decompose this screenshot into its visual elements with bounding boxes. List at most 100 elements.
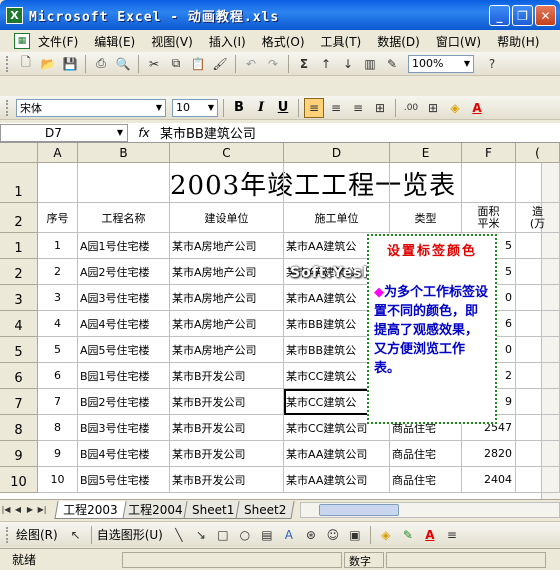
- merge-center-icon[interactable]: ⊞: [370, 98, 390, 118]
- cell-name[interactable]: A园5号住宅楼: [78, 337, 170, 363]
- cell-cost[interactable]: [516, 311, 560, 337]
- cell-contractor[interactable]: 某市AA建筑公司: [284, 441, 390, 467]
- wordart-icon[interactable]: A: [279, 525, 299, 545]
- column-title-contractor[interactable]: 施工单位: [284, 203, 390, 233]
- last-sheet-icon[interactable]: ▶|: [36, 505, 48, 514]
- menu-view[interactable]: 视图(V): [151, 33, 193, 50]
- horizontal-scrollbar[interactable]: [299, 501, 560, 518]
- align-left-icon[interactable]: ≡: [304, 97, 324, 118]
- menu-help[interactable]: 帮助(H): [497, 33, 539, 50]
- sort-desc-icon[interactable]: ↓: [338, 54, 358, 74]
- undo-icon[interactable]: ↶: [241, 54, 261, 74]
- formula-input[interactable]: 某市BB建筑公司: [160, 123, 256, 142]
- name-box[interactable]: D7 ▼: [0, 123, 128, 142]
- cell-seq[interactable]: 10: [38, 467, 78, 493]
- title-row-cell[interactable]: [284, 163, 390, 203]
- sort-asc-icon[interactable]: ↑: [316, 54, 336, 74]
- row-header[interactable]: 3: [0, 285, 38, 311]
- tab-gongcheng2004[interactable]: 工程2004: [118, 500, 191, 519]
- cell-builder[interactable]: 某市B开发公司: [170, 389, 284, 415]
- cell-cost[interactable]: [516, 337, 560, 363]
- cell-seq[interactable]: 9: [38, 441, 78, 467]
- cell-builder[interactable]: 某市B开发公司: [170, 415, 284, 441]
- title-row-cell[interactable]: [170, 163, 284, 203]
- cell-cost[interactable]: [516, 389, 560, 415]
- cell-builder[interactable]: 某市A房地产公司: [170, 233, 284, 259]
- first-sheet-icon[interactable]: |◀: [0, 505, 12, 514]
- line-style-icon[interactable]: ≡: [442, 525, 462, 545]
- cell-builder[interactable]: 某市A房地产公司: [170, 285, 284, 311]
- row-header[interactable]: 10: [0, 467, 38, 493]
- workbook-icon[interactable]: ▦: [14, 33, 30, 49]
- align-center-icon[interactable]: ≡: [326, 98, 346, 118]
- row-header[interactable]: 5: [0, 337, 38, 363]
- cell-name[interactable]: B园4号住宅楼: [78, 441, 170, 467]
- menu-edit[interactable]: 编辑(E): [94, 33, 135, 50]
- tab-sheet1[interactable]: Sheet1: [183, 500, 244, 519]
- cell-type[interactable]: 商品住宅: [390, 467, 462, 493]
- select-all-corner[interactable]: [0, 143, 38, 163]
- select-objects-icon[interactable]: ↖: [66, 525, 86, 545]
- column-title-builder[interactable]: 建设单位: [170, 203, 284, 233]
- cell-seq[interactable]: 5: [38, 337, 78, 363]
- restore-button[interactable]: ❐: [512, 5, 533, 26]
- zoom-select[interactable]: 100% ▼: [408, 54, 474, 73]
- font-select[interactable]: 宋体 ▼: [16, 98, 166, 117]
- paste-icon[interactable]: 📋: [188, 54, 208, 74]
- column-title-area[interactable]: 面积 平米: [462, 203, 516, 233]
- line-color-icon[interactable]: ✎: [398, 525, 418, 545]
- drawing-icon[interactable]: ✎: [382, 54, 402, 74]
- minimize-button[interactable]: _: [489, 5, 510, 26]
- open-icon[interactable]: 📂: [38, 54, 58, 74]
- rectangle-icon[interactable]: □: [213, 525, 233, 545]
- cell-cost[interactable]: [516, 259, 560, 285]
- diagram-icon[interactable]: ⊛: [301, 525, 321, 545]
- menu-data[interactable]: 数据(D): [377, 33, 420, 50]
- font-color-icon[interactable]: A: [467, 98, 487, 118]
- row-header[interactable]: 1: [0, 163, 38, 203]
- menu-format[interactable]: 格式(O): [262, 33, 305, 50]
- cell-seq[interactable]: 1: [38, 233, 78, 259]
- redo-icon[interactable]: ↷: [263, 54, 283, 74]
- cell-cost[interactable]: [516, 441, 560, 467]
- column-header[interactable]: A: [38, 143, 78, 163]
- oval-icon[interactable]: ○: [235, 525, 255, 545]
- cell-name[interactable]: A园2号住宅楼: [78, 259, 170, 285]
- cell-name[interactable]: B园1号住宅楼: [78, 363, 170, 389]
- clipart-icon[interactable]: ☺: [323, 525, 343, 545]
- cell-builder[interactable]: 某市A房地产公司: [170, 311, 284, 337]
- tab-sheet2[interactable]: Sheet2: [235, 500, 296, 519]
- row-header[interactable]: 7: [0, 389, 38, 415]
- cut-icon[interactable]: ✂: [144, 54, 164, 74]
- help-icon[interactable]: ?: [482, 54, 502, 74]
- close-button[interactable]: ✕: [535, 5, 556, 26]
- toolbar-grip[interactable]: [6, 99, 10, 116]
- column-header[interactable]: C: [170, 143, 284, 163]
- column-header[interactable]: E: [390, 143, 462, 163]
- menu-tools[interactable]: 工具(T): [321, 33, 362, 50]
- column-title-seq[interactable]: 序号: [38, 203, 78, 233]
- title-row-cell[interactable]: [38, 163, 78, 203]
- autoshapes-menu[interactable]: 自选图形(U): [97, 526, 163, 543]
- cell-seq[interactable]: 4: [38, 311, 78, 337]
- draw-menu[interactable]: 绘图(R): [16, 526, 58, 543]
- menu-file[interactable]: 文件(F): [38, 33, 78, 50]
- picture-icon[interactable]: ▣: [345, 525, 365, 545]
- title-row-cell[interactable]: [462, 163, 516, 203]
- underline-button[interactable]: U: [273, 98, 293, 118]
- cell-name[interactable]: B园5号住宅楼: [78, 467, 170, 493]
- scroll-thumb[interactable]: [318, 503, 399, 516]
- column-header[interactable]: B: [78, 143, 170, 163]
- insert-function-icon[interactable]: fx: [128, 126, 160, 140]
- cell-cost[interactable]: [516, 233, 560, 259]
- cell-builder[interactable]: 某市A房地产公司: [170, 259, 284, 285]
- bold-button[interactable]: B: [229, 98, 249, 118]
- chart-wizard-icon[interactable]: ▥: [360, 54, 380, 74]
- menu-insert[interactable]: 插入(I): [209, 33, 246, 50]
- row-header[interactable]: 2: [0, 203, 38, 233]
- row-header[interactable]: 8: [0, 415, 38, 441]
- cell-area[interactable]: 2404: [462, 467, 516, 493]
- cell-seq[interactable]: 2: [38, 259, 78, 285]
- column-header[interactable]: D: [284, 143, 390, 163]
- excel-app-icon[interactable]: X: [6, 6, 23, 24]
